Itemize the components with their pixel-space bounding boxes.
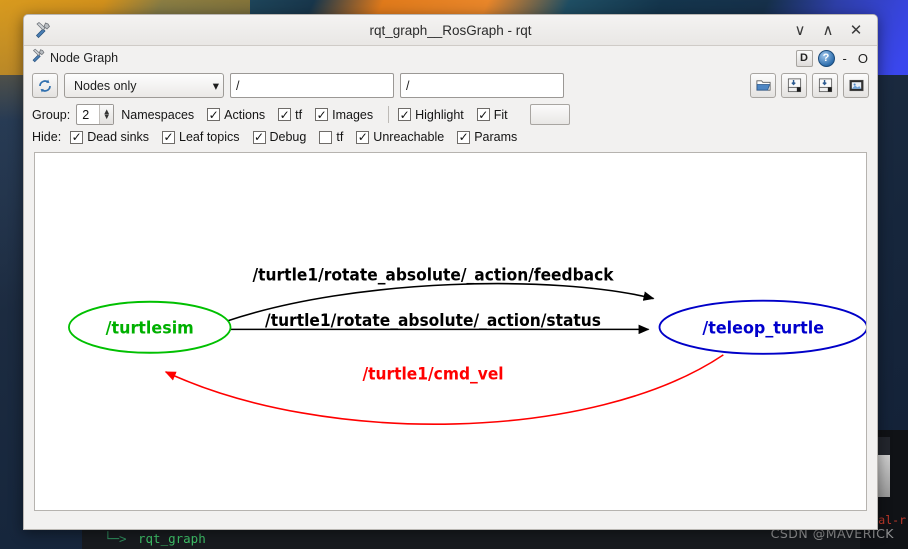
checkbox-highlight-box[interactable]: ✓ [398,108,412,121]
checkbox-leaf-topics[interactable]: ✓ Leaf topics [162,130,240,144]
help-icon[interactable]: ? [817,49,835,67]
checkbox-params[interactable]: ✓ Params [457,130,517,144]
graph-node-teleop-turtle[interactable]: /teleop_turtle [658,299,866,355]
checkbox-fit-label: Fit [493,107,508,122]
zoom-reset-button[interactable] [529,104,570,125]
checkbox-params-box[interactable]: ✓ [457,130,471,144]
checkbox-dead-sinks-box[interactable]: ✓ [70,130,84,144]
checkbox-hide-tf-label: tf [336,130,344,144]
terminal-prompt: └─> [104,531,127,546]
graph-node-turtlesim[interactable]: /turtlesim [68,300,232,354]
checkbox-hide-tf[interactable]: tf [319,130,343,144]
rqt-main-window: rqt_graph__RosGraph - rqt ∨ ∧ ✕ Node Gra… [23,14,878,530]
checkbox-tf-box[interactable]: ✓ [278,108,292,121]
minimize-icon[interactable]: ∨ [787,18,813,42]
checkbox-debug-box[interactable]: ✓ [252,130,266,144]
window-title: rqt_graph__RosGraph - rqt [369,22,532,38]
folder-open-icon [755,80,771,91]
save-svg-button[interactable] [812,73,838,98]
terminal-command: rqt_graph [138,531,206,546]
save-svg-icon [818,78,832,93]
graph-node-teleop-turtle-label: /teleop_turtle [702,318,824,338]
save-image-button[interactable] [843,73,869,98]
checkbox-tf[interactable]: ✓ tf [278,108,302,122]
graph-edge-feedback-label: /turtle1/rotate_absolute/_action/feedbac… [253,265,614,285]
checkbox-images[interactable]: ✓ Images [315,108,373,122]
chevron-down-icon: ▾ [212,79,219,93]
checkbox-debug-label: Debug [269,130,307,144]
checkbox-tf-label: tf [295,107,303,122]
checkbox-dead-sinks-label: Dead sinks [87,130,150,144]
toolbar-row-hide: Hide: ✓ Dead sinks ✓ Leaf topics ✓ Debug… [32,130,869,149]
checkbox-unreachable[interactable]: ✓ Unreachable [356,130,444,144]
graph-node-turtlesim-label: /turtlesim [106,318,194,338]
graph-edge-status-label: /turtle1/rotate_absolute/_action/status [265,311,601,331]
toolbar-actions [750,73,869,98]
toolbar-row-options: Group: 2 ▲ ▼ Namespaces ✓ Actions ✓ tf ✓ … [32,104,869,125]
graph-type-value: Nodes only [74,78,137,93]
checkbox-hide-tf-box[interactable] [319,130,333,144]
checkbox-unreachable-box[interactable]: ✓ [356,130,370,144]
group-value: 2 [82,107,90,122]
node-graph-svg[interactable]: /turtlesim /teleop_turtle /turtle1/rotat… [35,153,866,510]
checkbox-leaf-topics-box[interactable]: ✓ [162,130,176,144]
hide-label: Hide: [32,130,62,144]
checkbox-actions[interactable]: ✓ Actions [207,108,265,122]
dock-title: Node Graph [50,51,119,65]
load-dot-button[interactable] [750,73,776,98]
graph-type-select[interactable]: Nodes only ▾ [64,73,224,98]
tools-icon [31,48,46,68]
toolbar-separator [388,106,390,123]
window-bottom-filler [24,511,877,529]
save-dot-button[interactable] [781,73,807,98]
checkbox-debug[interactable]: ✓ Debug [252,130,307,144]
node-graph-canvas[interactable]: /turtlesim /teleop_turtle /turtle1/rotat… [34,152,867,511]
checkbox-highlight[interactable]: ✓ Highlight [398,108,464,122]
checkbox-fit-box[interactable]: ✓ [476,108,490,121]
stepper-arrows-icon[interactable]: ▲ ▼ [99,105,114,124]
window-titlebar[interactable]: rqt_graph__RosGraph - rqt ∨ ∧ ✕ [24,15,877,46]
close-icon[interactable]: ✕ [843,18,869,42]
node-filter-input[interactable]: / [400,73,564,98]
dock-controls: D ? - O [795,49,871,67]
window-controls: ∨ ∧ ✕ [787,18,877,42]
checkbox-fit[interactable]: ✓ Fit [476,107,508,122]
checkbox-highlight-label: Highlight [415,107,464,122]
dock-detach-button[interactable]: D [795,49,813,67]
checkbox-images-box[interactable]: ✓ [315,108,329,121]
checkbox-dead-sinks[interactable]: ✓ Dead sinks [70,130,149,144]
refresh-button[interactable] [32,73,58,98]
refresh-icon [39,79,51,92]
dock-float-icon[interactable]: O [855,51,871,66]
tools-icon [32,19,54,41]
checkbox-actions-label: Actions [224,107,266,122]
toolbar-row-filters: Nodes only ▾ / / [32,73,869,98]
checkbox-images-label: Images [332,107,374,122]
dock-widget-header: Node Graph D ? - O [24,46,877,70]
dock-title-group: Node Graph [31,48,118,68]
graph-edge-cmd-vel-label: /turtle1/cmd_vel [362,364,503,384]
checkbox-actions-box[interactable]: ✓ [207,108,221,121]
save-dot-icon [787,78,801,93]
topic-filter-input[interactable]: / [230,73,394,98]
graph-toolbar: Nodes only ▾ / / Group: 2 ▲ ▼ Namespaces… [24,70,877,149]
save-image-icon [849,79,863,92]
group-label: Group: [32,107,71,122]
namespaces-label: Namespaces [121,107,195,122]
maximize-icon[interactable]: ∧ [815,18,841,42]
checkbox-unreachable-label: Unreachable [373,130,445,144]
dock-minimize-icon[interactable]: - [840,51,850,66]
checkbox-params-label: Params [474,130,518,144]
group-stepper[interactable]: 2 ▲ ▼ [76,104,115,125]
checkbox-leaf-topics-label: Leaf topics [179,130,240,144]
